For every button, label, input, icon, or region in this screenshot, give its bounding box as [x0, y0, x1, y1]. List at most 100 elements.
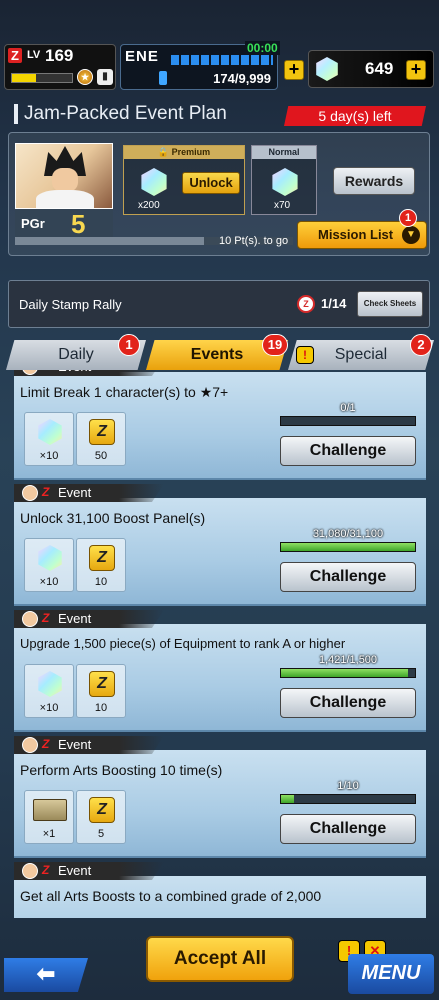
mission-card: Z Event Get all Arts Boosts to a combined…	[14, 862, 426, 918]
tab-daily-badge: 1	[118, 334, 140, 356]
mission-card: Z Event Limit Break 1 character(s) to ★7+…	[14, 370, 426, 480]
reward-slot: Z 10	[76, 664, 126, 718]
reward-qty: ×10	[39, 576, 59, 588]
z-icon: Z	[42, 611, 50, 625]
reward-slot: ×1	[24, 790, 74, 844]
premium-label: Premium	[171, 147, 211, 157]
event-tag: Z Event	[14, 736, 164, 754]
tab-special-badge: 2	[410, 334, 432, 356]
plan-progress-fill	[15, 237, 205, 245]
reward-qty: 50	[94, 450, 108, 462]
level-progress-fill	[12, 74, 36, 82]
event-tag-label: Event	[58, 485, 92, 500]
goal-progress-fill	[281, 543, 415, 551]
reward-slot: ×10	[24, 538, 74, 592]
character-portrait	[15, 143, 113, 209]
reward-qty: ×1	[42, 828, 56, 840]
portrait-face	[52, 168, 78, 192]
mission-list[interactable]: Z Event Limit Break 1 character(s) to ★7+…	[14, 370, 426, 918]
energy-value: 174/9,999	[213, 71, 271, 86]
level-progress-bar	[11, 73, 73, 83]
goal-progress-text: 31,080/31,100	[312, 528, 384, 540]
z-icon: Z	[42, 485, 50, 499]
menu-button[interactable]: MENU	[348, 954, 434, 994]
stamp-count: 1/14	[321, 296, 347, 311]
chrono-crystal-icon	[38, 545, 62, 571]
event-tag: Z Event	[14, 370, 164, 376]
character-icon	[22, 737, 38, 753]
lock-icon: 🔒	[157, 147, 172, 157]
event-tag: Z Event	[14, 862, 164, 880]
energy-timer: 00:00	[245, 41, 280, 55]
event-tag: Z Event	[14, 610, 164, 628]
back-button[interactable]: ⬅	[4, 958, 88, 992]
unlock-button[interactable]: Unlock	[182, 172, 240, 194]
energy-icon	[159, 71, 167, 85]
challenge-button[interactable]: Challenge	[280, 688, 416, 718]
medal-icon: ★	[77, 69, 93, 85]
mission-card: Z Event Perform Arts Boosting 10 time(s) …	[14, 736, 426, 858]
level-label: LV	[27, 49, 41, 61]
reward-slot: ×10	[24, 412, 74, 466]
chrono-crystal-icon	[272, 168, 298, 196]
chrono-crystal-icon	[316, 57, 338, 81]
mission-title: Get all Arts Boosts to a combined grade …	[20, 888, 322, 904]
reward-slot: Z 10	[76, 538, 126, 592]
page-title: Jam-Packed Event Plan	[14, 104, 227, 124]
accept-all-button[interactable]: Accept All	[146, 936, 294, 982]
challenge-button[interactable]: Challenge	[280, 814, 416, 844]
premium-header: 🔒 Premium	[124, 146, 244, 159]
z-icon: Z	[42, 370, 49, 373]
chrono-crystal-icon	[38, 419, 62, 445]
z-icon: Z	[42, 737, 50, 751]
zeni-icon: Z	[89, 671, 115, 697]
reward-qty: 10	[94, 702, 108, 714]
normal-reward: Normal x70	[251, 145, 317, 215]
mission-title: Perform Arts Boosting 10 time(s)	[20, 762, 223, 778]
chrono-crystal-count: 649	[365, 59, 394, 78]
energy-panel: 00:00 ENE 174/9,999	[120, 41, 280, 90]
z-logo-icon: Z	[8, 48, 22, 63]
alert-icon: !	[296, 346, 314, 364]
rewards-button[interactable]: Rewards	[333, 167, 415, 195]
back-arrow-icon: ⬅	[36, 961, 56, 986]
z-icon: Z	[42, 863, 50, 877]
event-tag-label: Event	[58, 370, 91, 374]
player-level-panel[interactable]: Z LV 169 ★ ▮	[4, 44, 116, 90]
goal-progress-bar	[280, 542, 416, 552]
mission-card: Z Event Upgrade 1,500 piece(s) of Equipme…	[14, 610, 426, 732]
add-crystals-button[interactable]: +	[406, 60, 426, 80]
event-tag-label: Event	[58, 863, 92, 878]
premium-reward: 🔒 Premium x200 Unlock	[123, 145, 245, 215]
reward-qty: 10	[94, 576, 108, 588]
energy-bar	[171, 55, 273, 65]
event-tag-label: Event	[58, 611, 92, 626]
character-icon	[22, 611, 38, 627]
stamp-rally-label: Daily Stamp Rally	[19, 297, 122, 312]
character-icon	[22, 370, 38, 375]
event-tag-label: Event	[58, 737, 92, 752]
challenge-button[interactable]: Challenge	[280, 562, 416, 592]
pgr-value: 5	[71, 209, 86, 239]
portrait-armor	[36, 190, 94, 208]
goal-progress-bar	[280, 416, 416, 426]
add-energy-button[interactable]: +	[284, 60, 304, 80]
goal-progress-text: 1,421/1,500	[318, 654, 378, 666]
goal-progress-fill	[281, 669, 408, 677]
mission-card: Z Event Unlock 31,100 Boost Panel(s) ×10 …	[14, 484, 426, 606]
level-value: 169	[45, 46, 74, 65]
challenge-button[interactable]: Challenge	[280, 436, 416, 466]
check-sheets-button[interactable]: Check Sheets	[357, 291, 423, 317]
mission-title: Limit Break 1 character(s) to ★7+	[20, 384, 229, 400]
ticket-icon	[33, 799, 67, 821]
character-icon	[22, 863, 38, 879]
energy-label: ENE	[125, 48, 159, 65]
reward-qty: ×10	[39, 450, 59, 462]
points-to-go: 10 Pt(s). to go	[219, 235, 289, 247]
goal-progress-text: 1/10	[337, 780, 359, 792]
lock-icon: ▮	[97, 69, 113, 85]
zeni-icon: Z	[89, 545, 115, 571]
zeni-icon: Z	[89, 797, 115, 823]
premium-qty: x200	[138, 200, 160, 211]
top-bar: Z LV 169 ★ ▮ 00:00 ENE 174/9,999 + 649 +	[0, 0, 439, 96]
